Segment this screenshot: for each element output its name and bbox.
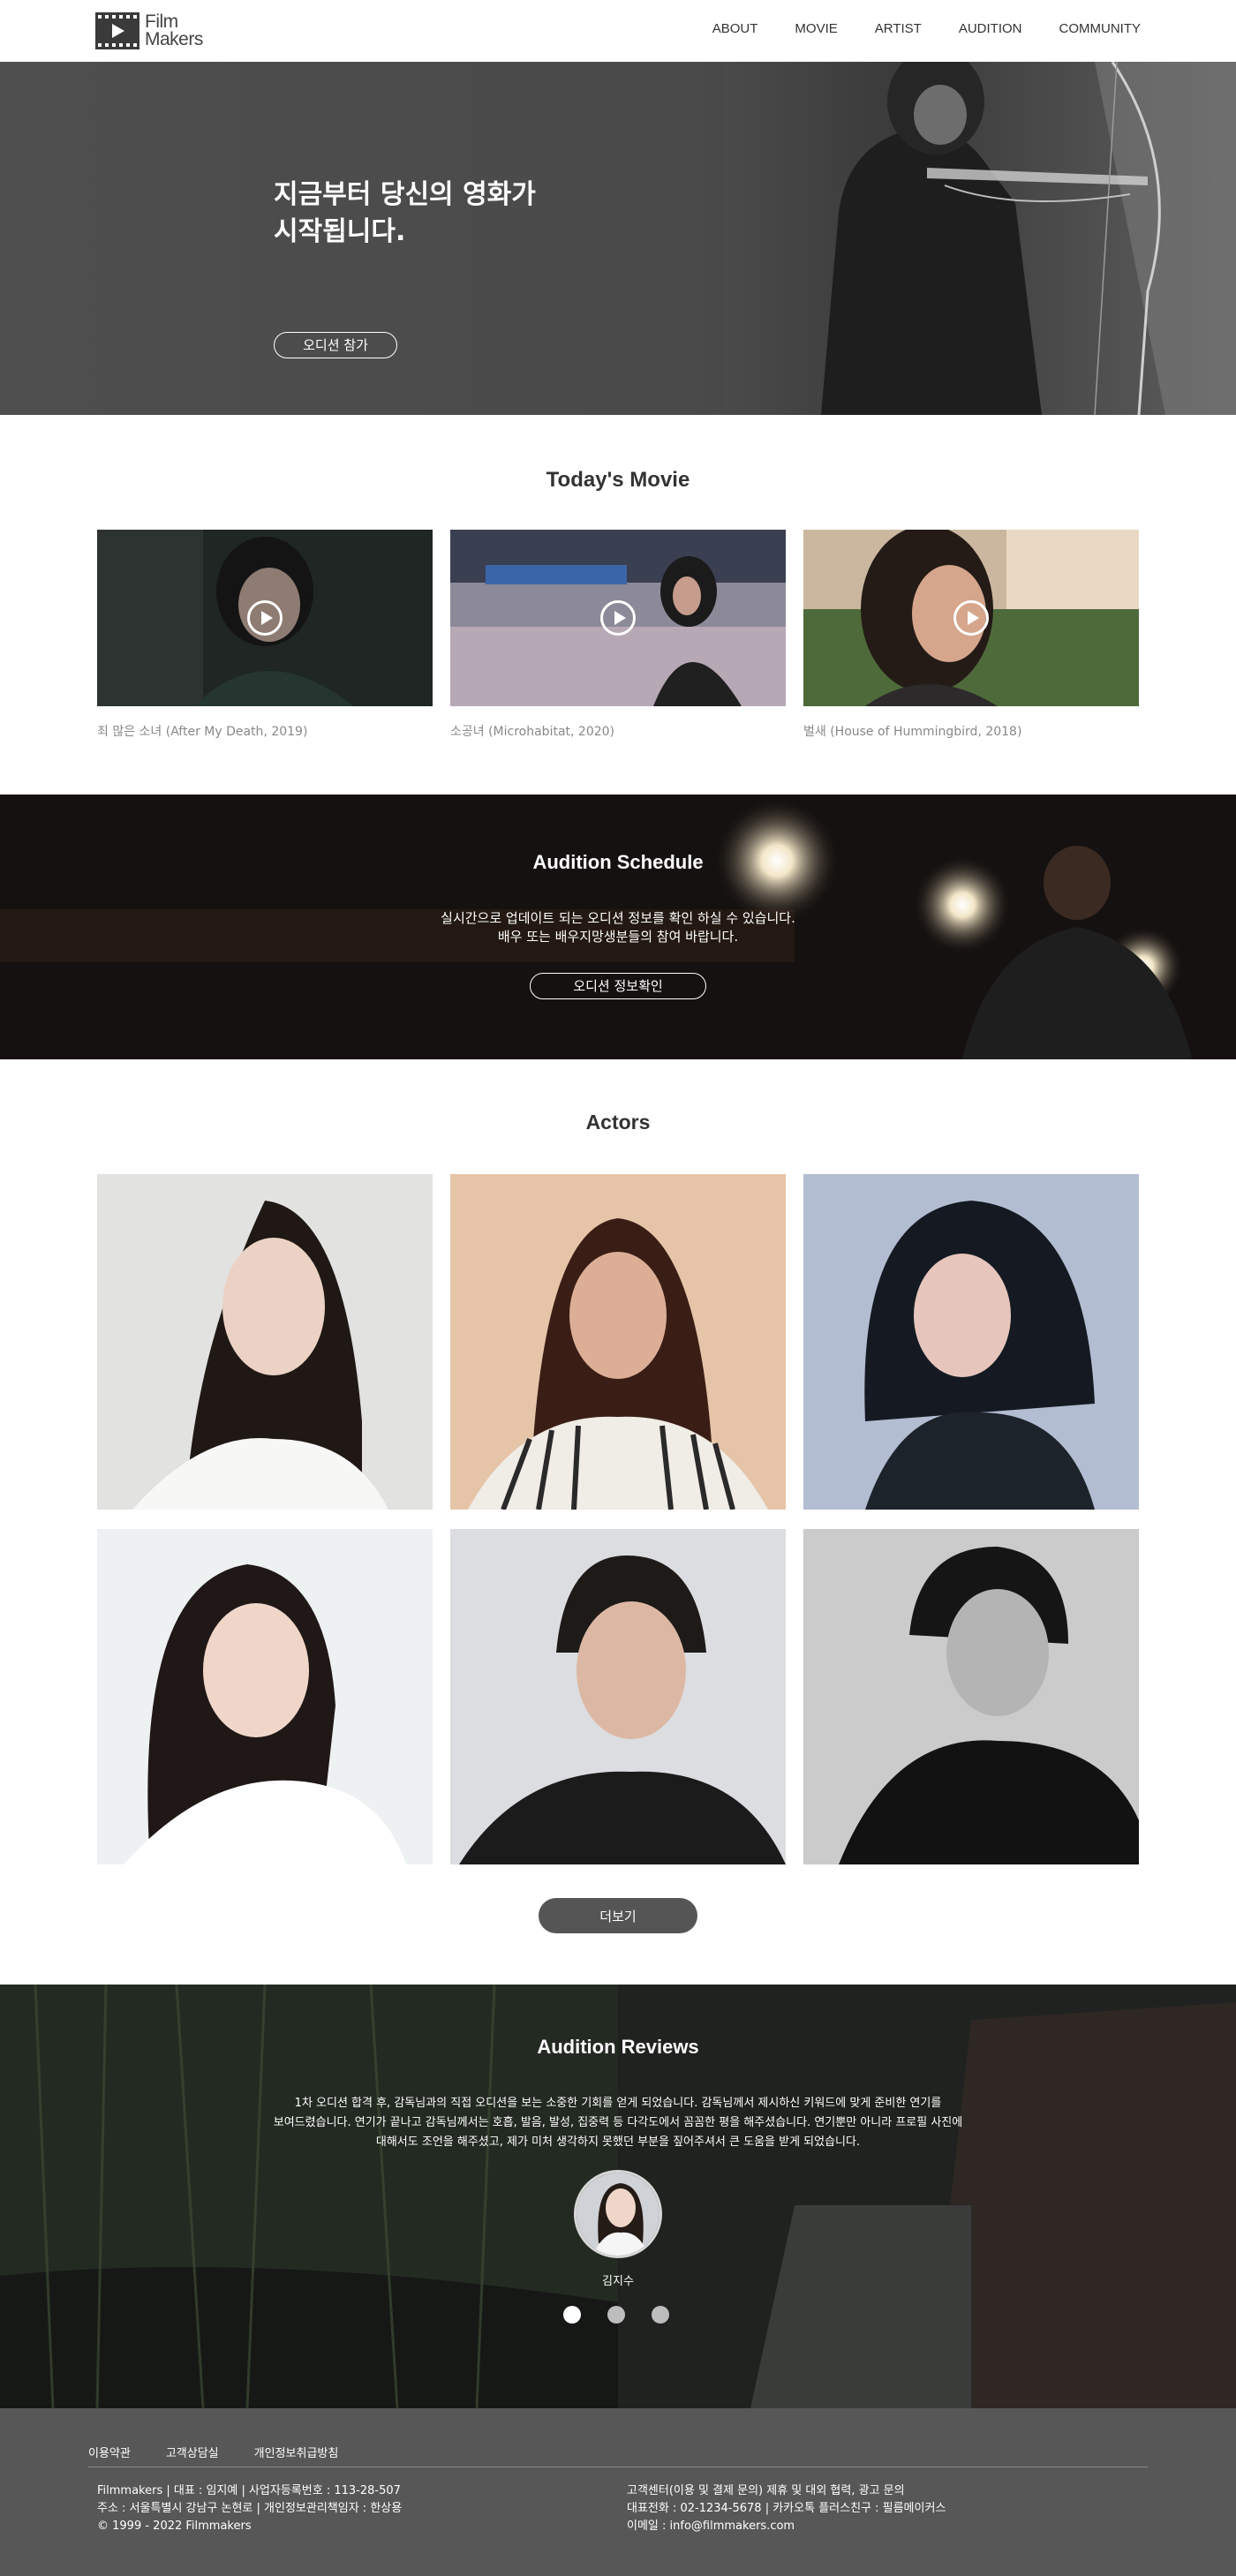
actor-portrait-image <box>803 1529 1139 1864</box>
audition-schedule-section: Audition Schedule 실시간으로 업데이트 되는 오디션 정보를 … <box>0 795 1236 1059</box>
footer-links: 이용약관 고객상담실 개인정보취급방침 <box>88 2444 338 2460</box>
company-info-line: Filmmakers | 대표 : 임지예 | 사업자등록번호 : 113-28… <box>97 2484 401 2497</box>
play-icon[interactable] <box>247 600 283 636</box>
schedule-description: 실시간으로 업데이트 되는 오디션 정보를 확인 하실 수 있습니다. 배우 또… <box>0 909 1236 946</box>
company-info-line: 주소 : 서울특별시 강남구 논현로 | 개인정보관리책임자 : 한상용 <box>97 2502 403 2515</box>
terms-link[interactable]: 이용약관 <box>88 2444 131 2460</box>
movie-thumbnail[interactable] <box>803 530 1139 706</box>
play-icon[interactable] <box>953 600 989 636</box>
actor-portrait-image <box>97 1529 433 1864</box>
movie-thumbnail[interactable] <box>97 530 433 706</box>
movie-card[interactable]: 소공녀 (Microhabitat, 2020) <box>450 530 786 740</box>
movie-thumbnail[interactable] <box>450 530 786 706</box>
company-info: Filmmakers | 대표 : 임지예 | 사업자등록번호 : 113-28… <box>97 2482 402 2535</box>
actors-section: Actors 더보기 <box>0 1059 1236 1985</box>
todays-movie-title: Today's Movie <box>546 468 690 492</box>
play-icon[interactable] <box>600 600 636 636</box>
actor-photo[interactable] <box>450 1174 786 1510</box>
hero-banner: 지금부터 당신의 영화가 시작됩니다. 오디션 참가 <box>0 62 1236 415</box>
more-actors-button[interactable]: 더보기 <box>539 1898 697 1933</box>
logo-line2: Makers <box>145 29 203 49</box>
actor-photo[interactable] <box>450 1529 786 1864</box>
pagination-dot[interactable] <box>607 2306 625 2324</box>
site-footer: 이용약관 고객상담실 개인정보취급방침 Filmmakers | 대표 : 임지… <box>0 2408 1236 2576</box>
actor-grid <box>97 1174 1139 1864</box>
contact-info-line: 대표전화 : 02-1234-5678 | 카카오톡 플러스친구 : 필름메이커… <box>627 2502 946 2515</box>
pagination-dot[interactable] <box>563 2306 581 2324</box>
film-play-icon <box>95 12 139 49</box>
actor-portrait-image <box>450 1174 786 1510</box>
review-quote: 1차 오디션 합격 후, 감독님과의 직접 오디션을 보는 소중한 기회를 얻게… <box>265 2094 971 2152</box>
actors-title: Actors <box>585 1111 651 1134</box>
schedule-desc-line2: 배우 또는 배우지망생분들의 참여 바랍니다. <box>497 929 739 945</box>
audition-info-button[interactable]: 오디션 정보확인 <box>530 973 706 999</box>
review-pagination <box>563 2306 669 2324</box>
audition-reviews-section: Audition Reviews 1차 오디션 합격 후, 감독님과의 직접 오… <box>0 1985 1236 2408</box>
schedule-desc-line1: 실시간으로 업데이트 되는 오디션 정보를 확인 하실 수 있습니다. <box>441 910 795 926</box>
movie-caption: 소공녀 (Microhabitat, 2020) <box>450 725 615 739</box>
nav-movie[interactable]: MOVIE <box>795 21 837 36</box>
movie-card[interactable]: 벌새 (House of Hummingbird, 2018) <box>803 530 1139 740</box>
review-quote-line1: 1차 오디션 합격 후, 감독님과의 직접 오디션을 보는 소중한 기회를 얻게… <box>294 2097 942 2110</box>
hero-title-line1: 지금부터 당신의 영화가 <box>274 179 536 210</box>
review-quote-line2: 보여드렸습니다. 연기가 끝나고 감독님께서는 호흡, 발음, 발성, 집중력 … <box>273 2116 963 2129</box>
contact-info: 고객센터(이용 및 결제 문의) 제휴 및 대외 협력, 광고 문의 대표전화 … <box>627 2482 946 2535</box>
logo[interactable]: Film Makers <box>95 12 203 49</box>
customer-service-link[interactable]: 고객상담실 <box>166 2444 219 2460</box>
actor-portrait-image <box>450 1529 786 1864</box>
movie-caption: 죄 많은 소녀 (After My Death, 2019) <box>97 725 308 739</box>
hero-archer-image <box>724 62 1236 415</box>
contact-info-line: 고객센터(이용 및 결제 문의) 제휴 및 대외 협력, 광고 문의 <box>627 2484 905 2497</box>
nav-about[interactable]: ABOUT <box>712 21 758 36</box>
logo-line1: Film <box>145 11 178 32</box>
movie-grid: 죄 많은 소녀 (After My Death, 2019) 소공녀 (Micr… <box>97 530 1139 740</box>
hero-title-line2: 시작됩니다. <box>274 216 406 247</box>
actor-photo[interactable] <box>803 1174 1139 1510</box>
actor-photo[interactable] <box>97 1174 433 1510</box>
review-quote-line3: 대해서도 조언을 해주셨고, 제가 미처 생각하지 못했던 부분을 짚어주셔서 … <box>375 2135 861 2149</box>
actor-portrait-image <box>97 1174 433 1510</box>
nav-artist[interactable]: ARTIST <box>875 21 922 36</box>
todays-movie-section: Today's Movie 죄 많은 소녀 (After My Death, 2… <box>0 415 1236 795</box>
actor-photo[interactable] <box>97 1529 433 1864</box>
reviewer-name: 김지수 <box>602 2275 634 2288</box>
contact-email: 이메일 : info@filmmakers.com <box>627 2520 795 2533</box>
audition-join-button[interactable]: 오디션 참가 <box>274 332 397 358</box>
hero-title: 지금부터 당신의 영화가 시작됩니다. <box>274 177 627 251</box>
movie-card[interactable]: 죄 많은 소녀 (After My Death, 2019) <box>97 530 433 740</box>
pagination-dot[interactable] <box>652 2306 669 2324</box>
main-nav: ABOUT MOVIE ARTIST AUDITION COMMUNITY <box>712 21 1141 36</box>
logo-text: Film Makers <box>145 11 203 49</box>
actor-photo[interactable] <box>803 1529 1139 1864</box>
reviews-title: Audition Reviews <box>537 2036 699 2058</box>
copyright: © 1999 - 2022 Filmmakers <box>97 2520 252 2533</box>
reviewer-avatar <box>574 2170 662 2258</box>
nav-audition[interactable]: AUDITION <box>959 21 1022 36</box>
movie-caption: 벌새 (House of Hummingbird, 2018) <box>803 725 1022 739</box>
site-header: Film Makers ABOUT MOVIE ARTIST AUDITION … <box>0 0 1236 62</box>
actor-portrait-image <box>803 1174 1139 1510</box>
nav-community[interactable]: COMMUNITY <box>1059 21 1142 36</box>
schedule-title: Audition Schedule <box>532 851 704 873</box>
privacy-policy-link[interactable]: 개인정보취급방침 <box>254 2444 339 2460</box>
